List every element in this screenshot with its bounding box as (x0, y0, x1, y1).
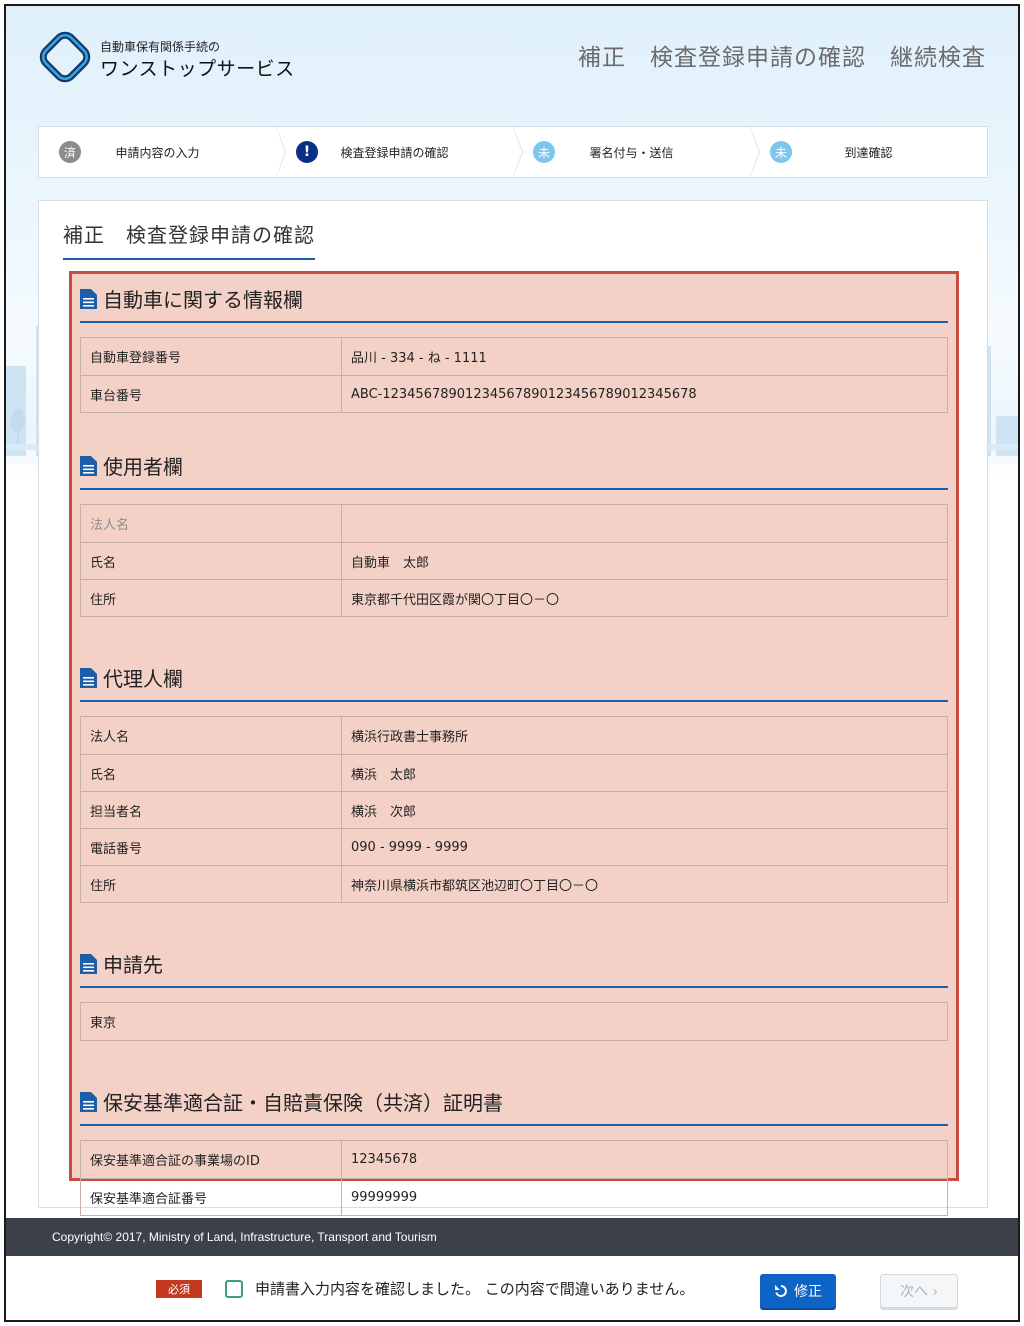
table-row: 東京 (81, 1003, 947, 1040)
destination-table: 東京 (80, 1002, 948, 1041)
section-user-title: 使用者欄 (80, 441, 948, 490)
row-value: ABC-123456789012345678901234567890123456… (351, 386, 697, 402)
row-label: 住所 (81, 866, 342, 902)
copyright-bar: Copyright© 2017, Ministry of Land, Infra… (6, 1218, 1018, 1256)
table-row: 住所 神奈川県横浜市都筑区池辺町〇丁目〇－〇 (81, 865, 947, 902)
confirm-checkbox[interactable] (225, 1280, 243, 1298)
section-destination-title: 申請先 (80, 939, 948, 988)
table-row: 電話番号 090 - 9999 - 9999 (81, 828, 947, 865)
row-label: 法人名 (81, 505, 342, 542)
highlighted-content: 自動車に関する情報欄 自動車登録番号 品川 - 334 - ね - 1111 車… (69, 271, 959, 1216)
row-value: 12345678 (351, 1152, 418, 1167)
row-label: 電話番号 (81, 829, 342, 865)
required-badge: 必須 (156, 1280, 202, 1298)
vehicle-table: 自動車登録番号 品川 - 334 - ね - 1111 車台番号 ABC-123… (80, 337, 948, 413)
row-value: 東京都千代田区霞が関〇丁目〇－〇 (351, 592, 560, 608)
section-title-text: 申請先 (103, 953, 163, 977)
table-row: 保安基準適合証の事業場のID 12345678 (81, 1141, 947, 1178)
exclamation-icon: ! (296, 141, 318, 163)
row-value: 横浜 太郎 (351, 767, 417, 783)
section-vehicle-title: 自動車に関する情報欄 (80, 274, 948, 323)
table-row: 法人名 横浜行政書士事務所 (81, 717, 947, 754)
panel-title: 補正 検査登録申請の確認 (63, 219, 315, 260)
user-table: 法人名 氏名 自動車 太郎 住所 東京都千代田区霞が関〇丁目〇－〇 (80, 504, 948, 617)
row-label: 保安基準適合証の事業場のID (81, 1141, 342, 1178)
step-todo-badge: 未 (533, 141, 555, 163)
document-icon (80, 455, 97, 476)
row-value: 090 - 9999 - 9999 (351, 839, 468, 855)
agent-table: 法人名 横浜行政書士事務所 氏名 横浜 太郎 担当者名 横浜 次郎 電話番号 0… (80, 716, 948, 903)
document-icon (80, 1091, 97, 1112)
next-button[interactable]: 次へ › (880, 1274, 958, 1308)
fix-button[interactable]: 修正 (760, 1274, 836, 1308)
logo-title: ワンストップサービス (100, 58, 295, 80)
section-title-text: 使用者欄 (103, 455, 183, 479)
table-row: 担当者名 横浜 次郎 (81, 791, 947, 828)
action-bar: 必須 申請書入力内容を確認しました。 この内容で間違いありません。 修正 次へ … (6, 1258, 1018, 1320)
app-window: 自動車保有関係手続の ワンストップサービス 補正 検査登録申請の確認 継続検査 … (4, 4, 1020, 1322)
table-row: 保安基準適合証番号 99999999 (81, 1178, 947, 1215)
document-icon (80, 288, 97, 309)
row-value: 99999999 (351, 1189, 418, 1205)
step-done-badge: 済 (59, 141, 81, 163)
step-input: 済 申請内容の入力 (39, 126, 286, 178)
logo-icon (39, 31, 91, 83)
row-label: 法人名 (81, 717, 342, 754)
fix-button-label: 修正 (794, 1284, 822, 1300)
progress-stepper: 済 申請内容の入力 ! 検査登録申請の確認 未 署名付与・送信 未 到達確認 (38, 126, 988, 178)
undo-icon (775, 1285, 787, 1297)
confirm-label[interactable]: 申請書入力内容を確認しました。 この内容で間違いありません。 (255, 1278, 694, 1299)
section-title-text: 保安基準適合証・自賠責保険（共済）証明書 (103, 1091, 503, 1115)
row-value: 品川 - 334 - ね - 1111 (351, 351, 487, 366)
section-agent-title: 代理人欄 (80, 653, 948, 702)
step-arrival: 未 到達確認 (750, 127, 987, 177)
row-label: 自動車登録番号 (81, 338, 342, 375)
table-row: 車台番号 ABC-1234567890123456789012345678901… (81, 375, 947, 412)
section-certificate-title: 保安基準適合証・自賠責保険（共済）証明書 (80, 1077, 948, 1126)
step-todo-badge: 未 (770, 141, 792, 163)
document-icon (80, 667, 97, 688)
row-value: 横浜行政書士事務所 (351, 730, 469, 745)
step-sign-send: 未 署名付与・送信 (513, 126, 760, 178)
certificate-table: 保安基準適合証の事業場のID 12345678 保安基準適合証番号 999999… (80, 1140, 948, 1216)
table-row: 氏名 自動車 太郎 (81, 542, 947, 579)
row-value (342, 505, 947, 542)
row-value: 神奈川県横浜市都筑区池辺町〇丁目〇－〇 (351, 878, 599, 894)
row-label: 担当者名 (81, 792, 342, 828)
row-label: 住所 (81, 580, 342, 616)
row-label: 氏名 (81, 755, 342, 791)
step-confirm: ! 検査登録申請の確認 (276, 126, 523, 178)
section-title-text: 代理人欄 (103, 667, 183, 691)
table-row: 氏名 横浜 太郎 (81, 754, 947, 791)
table-row: 法人名 (81, 505, 947, 542)
document-icon (80, 953, 97, 974)
row-label: 保安基準適合証番号 (81, 1179, 342, 1215)
page-heading: 補正 検査登録申請の確認 継続検査 (578, 45, 986, 71)
section-title-text: 自動車に関する情報欄 (103, 288, 303, 312)
logo-subtitle: 自動車保有関係手続の (100, 40, 221, 54)
confirmation-panel: 補正 検査登録申請の確認 自動車に関する情報欄 自動車登録番号 品川 - 334… (38, 200, 988, 1216)
row-value: 自動車 太郎 (351, 555, 430, 571)
destination-value: 東京 (90, 1016, 117, 1031)
row-label: 車台番号 (81, 376, 342, 412)
table-row: 住所 東京都千代田区霞が関〇丁目〇－〇 (81, 579, 947, 616)
row-label: 氏名 (81, 543, 342, 579)
table-row: 自動車登録番号 品川 - 334 - ね - 1111 (81, 338, 947, 375)
row-value: 横浜 次郎 (351, 804, 417, 820)
